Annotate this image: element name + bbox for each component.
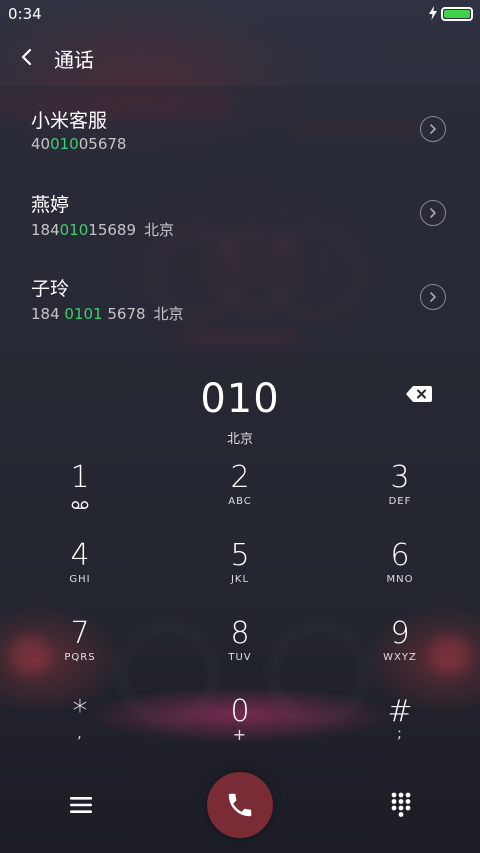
key-digit: 1 <box>70 460 90 495</box>
key-letters: , <box>77 726 83 742</box>
key-9[interactable]: 9 WXYZ <box>330 611 470 685</box>
contact-name: 燕婷 <box>31 194 70 216</box>
suggestion-item[interactable]: 子玲 184 0101 5678 北京 <box>0 254 480 338</box>
key-0[interactable]: 0 + <box>170 689 310 763</box>
key-digit: 4 <box>70 538 90 573</box>
battery-level <box>444 10 470 18</box>
key-digit: 2 <box>230 460 250 495</box>
back-button[interactable] <box>10 40 44 74</box>
key-letters: DEF <box>388 496 412 507</box>
key-letters: + <box>232 725 248 744</box>
bottom-bar <box>0 768 480 846</box>
key-1[interactable]: 1 <box>10 455 150 529</box>
dialed-location: 北京 <box>226 432 253 447</box>
menu-button[interactable] <box>64 788 98 822</box>
number-prefix: 40 <box>31 135 51 153</box>
number-suffix: 5678 <box>102 305 146 323</box>
key-4[interactable]: 4 GHI <box>10 533 150 607</box>
voicemail-icon <box>10 495 150 509</box>
contact-number: 4001005678 <box>31 135 126 153</box>
key-digit: 3 <box>390 460 410 495</box>
key-7[interactable]: 7 PQRS <box>10 611 150 685</box>
number-match: 010 <box>59 221 89 239</box>
key-digit: # <box>387 694 413 729</box>
key-2[interactable]: 2 ABC <box>170 455 310 529</box>
contact-number: 18401015689 北京 <box>31 219 174 240</box>
contact-detail-button[interactable] <box>420 284 446 310</box>
key-8[interactable]: 8 TUV <box>170 611 310 685</box>
key-letters: ABC <box>228 496 252 507</box>
dialpad: 1 2 ABC 3 DEF 4 GHI 5 JKL 6 MNO 7 PQRS 8… <box>0 455 480 765</box>
number-match: 010 <box>50 135 79 153</box>
phone-icon <box>228 793 252 817</box>
contact-location: 北京 <box>144 221 175 239</box>
key-5[interactable]: 5 JKL <box>170 533 310 607</box>
key-letters: TUV <box>228 652 252 663</box>
number-prefix: 184 <box>31 305 65 323</box>
key-letters: MNO <box>386 574 414 585</box>
header: 通话 <box>0 28 480 86</box>
key-hash[interactable]: # ; <box>330 689 470 763</box>
key-3[interactable]: 3 DEF <box>330 455 470 529</box>
chevron-right-circle-icon <box>430 124 436 134</box>
number-suffix: 15689 <box>88 221 136 239</box>
call-button[interactable] <box>207 772 273 838</box>
chevron-left-icon <box>21 48 32 66</box>
dialer-screen: 0:34 通话 小米客服 4001005678 燕婷 18401015689 北… <box>0 0 480 853</box>
key-6[interactable]: 6 MNO <box>330 533 470 607</box>
key-digit: 8 <box>230 616 250 651</box>
contact-location: 北京 <box>153 305 184 323</box>
contact-detail-button[interactable] <box>420 116 446 142</box>
status-time: 0:34 <box>8 5 42 23</box>
menu-icon <box>70 797 92 813</box>
contact-detail-button[interactable] <box>420 200 446 226</box>
battery-icon <box>441 7 473 21</box>
key-digit: 6 <box>390 538 410 573</box>
chevron-right-circle-icon <box>430 208 436 218</box>
key-digit: 5 <box>230 538 250 573</box>
contact-number: 184 0101 5678 北京 <box>31 303 184 324</box>
suggestion-item[interactable]: 小米客服 4001005678 <box>0 86 480 170</box>
lightning-icon <box>429 6 437 20</box>
key-letters: PQRS <box>64 652 96 663</box>
key-letters: JKL <box>230 574 250 585</box>
key-digit: * <box>72 694 88 729</box>
dial-input: 010 北京 <box>0 372 480 452</box>
dialpad-toggle-button[interactable] <box>384 788 418 822</box>
key-letters: ; <box>397 726 403 742</box>
key-star[interactable]: * , <box>10 689 150 763</box>
number-match: 0101 <box>64 305 103 323</box>
dialpad-icon <box>391 792 411 817</box>
number-suffix: 05678 <box>78 135 127 153</box>
suggestion-list: 小米客服 4001005678 燕婷 18401015689 北京 子玲 184 … <box>0 86 480 354</box>
key-digit: 0 <box>230 694 250 729</box>
page-title: 通话 <box>54 48 94 72</box>
status-bar: 0:34 <box>0 0 480 28</box>
number-prefix: 184 <box>31 221 60 239</box>
suggestion-item[interactable]: 燕婷 18401015689 北京 <box>0 170 480 254</box>
key-digit: 9 <box>390 616 410 651</box>
contact-name: 小米客服 <box>31 110 108 132</box>
key-letters: GHI <box>69 574 91 585</box>
chevron-right-circle-icon <box>430 292 436 302</box>
contact-name: 子玲 <box>31 278 70 300</box>
delete-button[interactable] <box>402 380 436 408</box>
key-letters: WXYZ <box>383 652 417 663</box>
key-digit: 7 <box>70 616 90 651</box>
backspace-icon <box>406 386 432 402</box>
